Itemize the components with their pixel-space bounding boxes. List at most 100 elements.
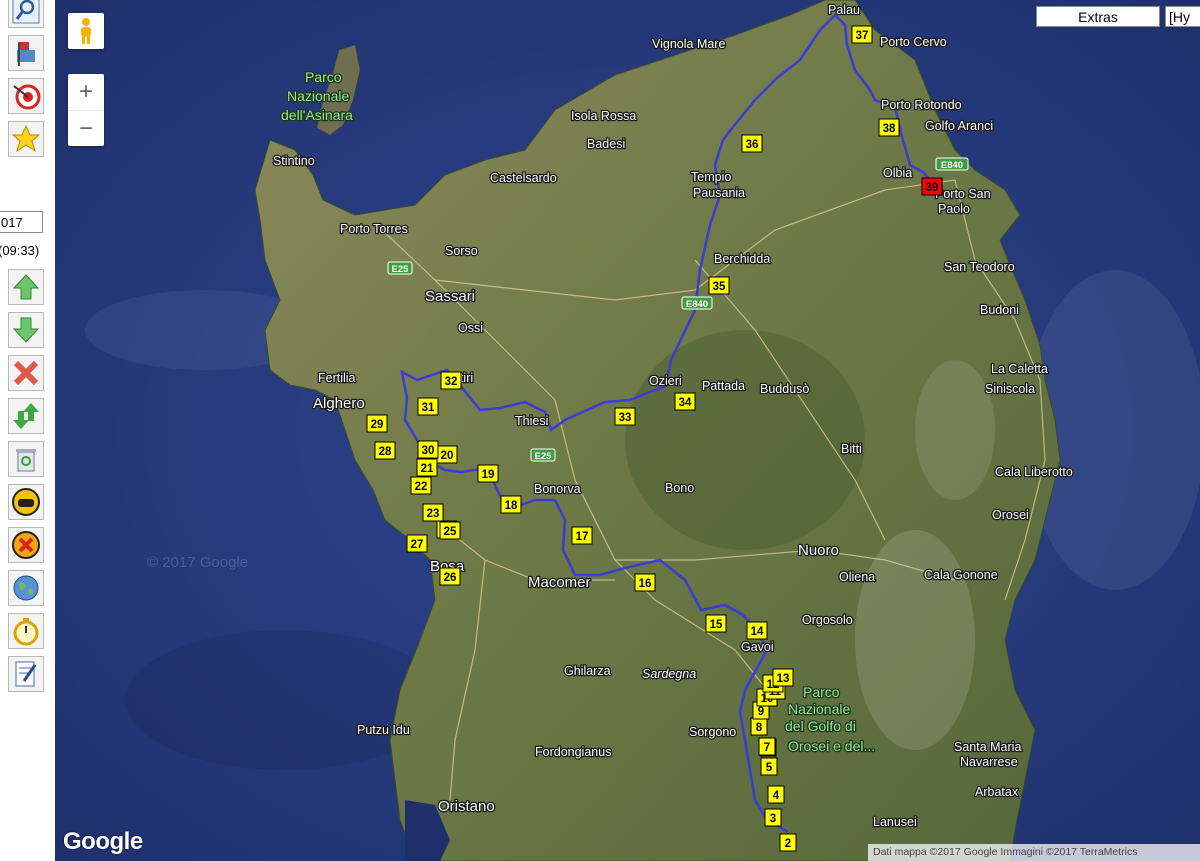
svg-text:Cala Gonone: Cala Gonone [924,568,998,582]
waypoint-marker-36[interactable]: 36 [741,134,763,153]
svg-text:Lanusei: Lanusei [873,815,917,829]
svg-text:del Golfo di: del Golfo di [785,718,856,734]
svg-text:Parco: Parco [803,684,840,700]
waypoint-marker-28[interactable]: 28 [374,441,396,460]
waypoint-label: 17 [576,531,589,543]
trash-button[interactable] [8,441,44,477]
time-label: (09:33) [0,243,40,258]
svg-text:Ozieri: Ozieri [649,374,682,388]
svg-text:Oliena: Oliena [839,570,875,584]
waypoint-marker-34[interactable]: 34 [674,392,696,411]
waypoint-marker-15[interactable]: 15 [705,614,727,633]
waypoint-label: 2 [785,838,791,850]
waypoint-marker-7[interactable]: 7 [758,737,776,756]
waypoint-label: 37 [856,30,869,42]
svg-text:Santa Maria: Santa Maria [954,740,1021,754]
waypoint-marker-14[interactable]: 14 [746,621,768,640]
zoom-control: + − [68,74,104,146]
edit-document-icon [15,661,37,687]
toolbar-sidebar: 017 (09:33) [0,0,56,861]
svg-text:Siniscola: Siniscola [985,382,1035,396]
waypoint-label: 26 [444,572,457,584]
svg-text:Bonorva: Bonorva [534,482,581,496]
search-button[interactable] [8,0,44,28]
extras-button[interactable]: Extras [1036,6,1160,27]
waypoint-marker-2[interactable]: 2 [779,833,797,852]
svg-text:Orosei: Orosei [992,508,1029,522]
reverse-button[interactable] [8,398,44,434]
svg-text:Olbia: Olbia [883,166,912,180]
waypoint-marker-8[interactable]: 8 [750,717,768,736]
waypoint-marker-31[interactable]: 31 [417,397,439,416]
delete-x-icon [13,360,39,386]
waypoint-marker-3[interactable]: 3 [764,808,782,827]
waypoint-marker-32[interactable]: 32 [440,371,462,390]
cancel-button[interactable] [8,527,44,563]
svg-text:Sassari: Sassari [425,288,475,305]
car-button[interactable] [8,484,44,520]
favorite-button[interactable] [8,121,44,157]
zoom-out-button[interactable]: − [68,111,104,147]
waypoint-marker-19[interactable]: 19 [477,464,499,483]
waypoint-marker-37[interactable]: 37 [851,25,873,44]
move-down-button[interactable] [8,312,44,348]
waypoint-marker-5[interactable]: 5 [760,757,778,776]
waypoint-marker-27[interactable]: 27 [406,534,428,553]
svg-text:Porto Torres: Porto Torres [340,222,408,236]
svg-text:Macomer: Macomer [528,574,591,591]
zoom-in-button[interactable]: + [68,74,104,111]
waypoint-marker-23[interactable]: 23 [422,503,444,522]
waypoint-marker-33[interactable]: 33 [614,407,636,426]
waypoint-marker-25[interactable]: 25 [439,521,461,540]
waypoint-label: 4 [773,790,780,802]
road-badge-e25-north: E25 [387,261,413,275]
mailbox-flag-icon [17,42,35,66]
pegman-button[interactable] [68,13,104,49]
svg-text:E25: E25 [392,264,410,275]
waypoint-marker-4[interactable]: 4 [767,785,785,804]
waypoint-label: 7 [764,742,770,754]
waypoint-marker-35[interactable]: 35 [708,276,730,295]
svg-text:Cala Liberotto: Cala Liberotto [995,465,1073,479]
map-type-selector[interactable]: [Hy [1165,6,1200,27]
waypoint-marker-26[interactable]: 26 [439,567,461,586]
waypoint-label: 36 [746,139,759,151]
globe-button[interactable] [8,570,44,606]
waypoint-label: 38 [883,123,896,135]
star-icon [11,124,41,153]
edit-button[interactable] [8,656,44,692]
svg-text:Vignola Mare: Vignola Mare [652,37,725,51]
waypoint-marker-21[interactable]: 21 [416,458,438,477]
waypoint-marker-20[interactable]: 20 [436,445,458,464]
waypoint-marker-17[interactable]: 17 [571,526,593,545]
cancel-circle-icon [12,531,40,559]
waypoint-label: 8 [756,722,763,734]
map-copyright[interactable]: Dati mappa ©2017 Google Immagini ©2017 T… [868,844,1200,861]
waypoint-marker-16[interactable]: 16 [634,573,656,592]
timer-button[interactable] [8,613,44,649]
satellite-map: E25 E840 E840 E25 Palau Porto Cervo Vign… [55,0,1200,861]
car-icon [12,488,40,516]
map-canvas[interactable]: E25 E840 E840 E25 Palau Porto Cervo Vign… [55,0,1200,861]
move-up-button[interactable] [8,269,44,305]
waypoint-label: 22 [415,481,428,493]
delete-button[interactable] [8,355,44,391]
waypoint-marker-22[interactable]: 22 [410,476,432,495]
waypoint-marker-29[interactable]: 29 [366,414,388,433]
import-button[interactable] [8,35,44,71]
svg-text:Fordongianus: Fordongianus [535,745,611,759]
waypoint-marker-13[interactable]: 13 [772,668,794,687]
svg-text:Palau: Palau [828,3,860,17]
date-field[interactable]: 017 [0,211,43,233]
google-logo[interactable]: Google [63,828,143,856]
target-icon [13,84,41,110]
svg-text:La Caletta: La Caletta [991,362,1048,376]
target-button[interactable] [8,78,44,114]
waypoint-marker-38[interactable]: 38 [878,118,900,137]
svg-text:Tempio: Tempio [691,170,731,184]
waypoint-marker-18[interactable]: 18 [500,495,522,514]
waypoint-marker-30[interactable]: 30 [417,440,439,459]
svg-text:Sorso: Sorso [445,244,478,258]
waypoint-marker-39[interactable]: 39 [921,177,943,196]
svg-text:Porto Cervo: Porto Cervo [880,35,947,49]
